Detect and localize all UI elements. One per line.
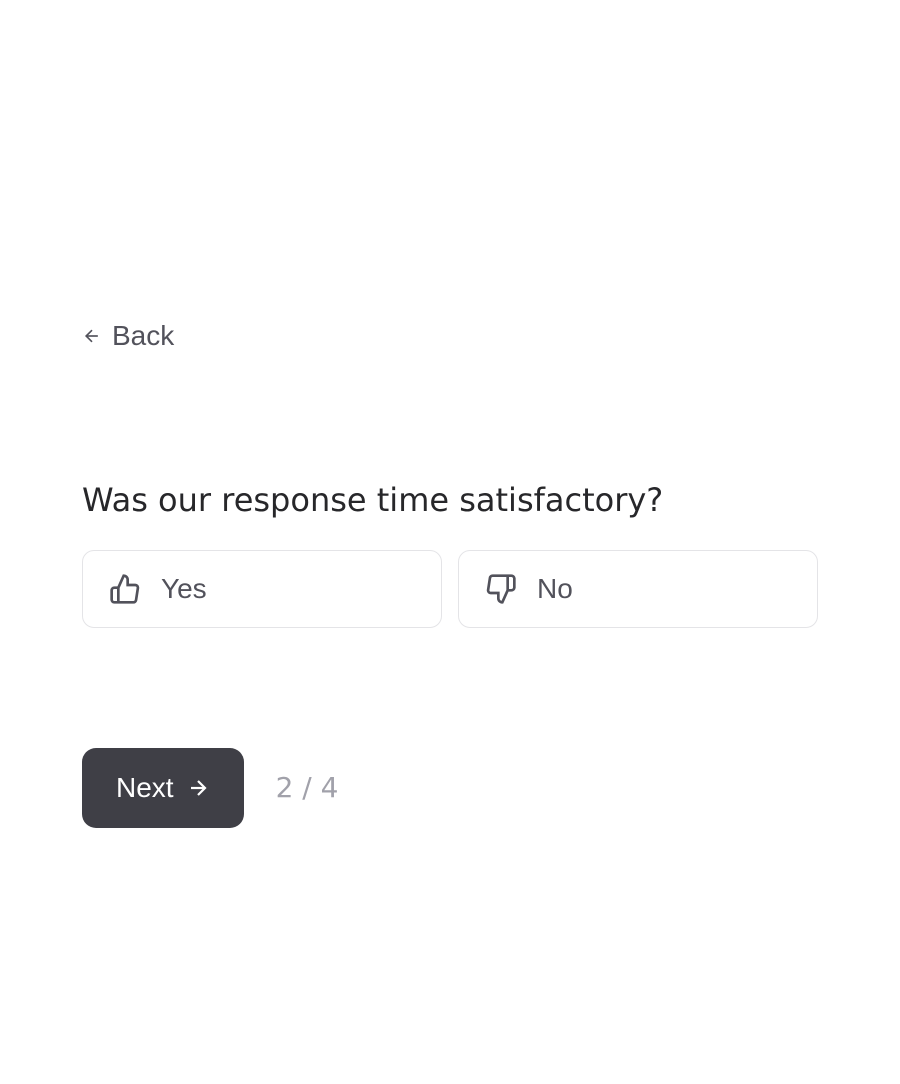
next-button[interactable]: Next <box>82 748 244 828</box>
option-no-button[interactable]: No <box>458 550 818 628</box>
option-yes-label: Yes <box>161 573 207 605</box>
options-group: Yes No <box>82 550 818 628</box>
next-label: Next <box>116 772 174 804</box>
thumbs-up-icon <box>109 573 141 605</box>
page-counter: 2 / 4 <box>276 771 339 804</box>
arrow-right-icon <box>186 776 210 800</box>
option-no-label: No <box>537 573 573 605</box>
question-heading: Was our response time satisfactory? <box>82 480 818 522</box>
back-label: Back <box>112 320 174 352</box>
option-yes-button[interactable]: Yes <box>82 550 442 628</box>
back-button[interactable]: Back <box>82 320 174 352</box>
thumbs-down-icon <box>485 573 517 605</box>
arrow-left-icon <box>82 326 102 346</box>
footer: Next 2 / 4 <box>82 748 818 828</box>
